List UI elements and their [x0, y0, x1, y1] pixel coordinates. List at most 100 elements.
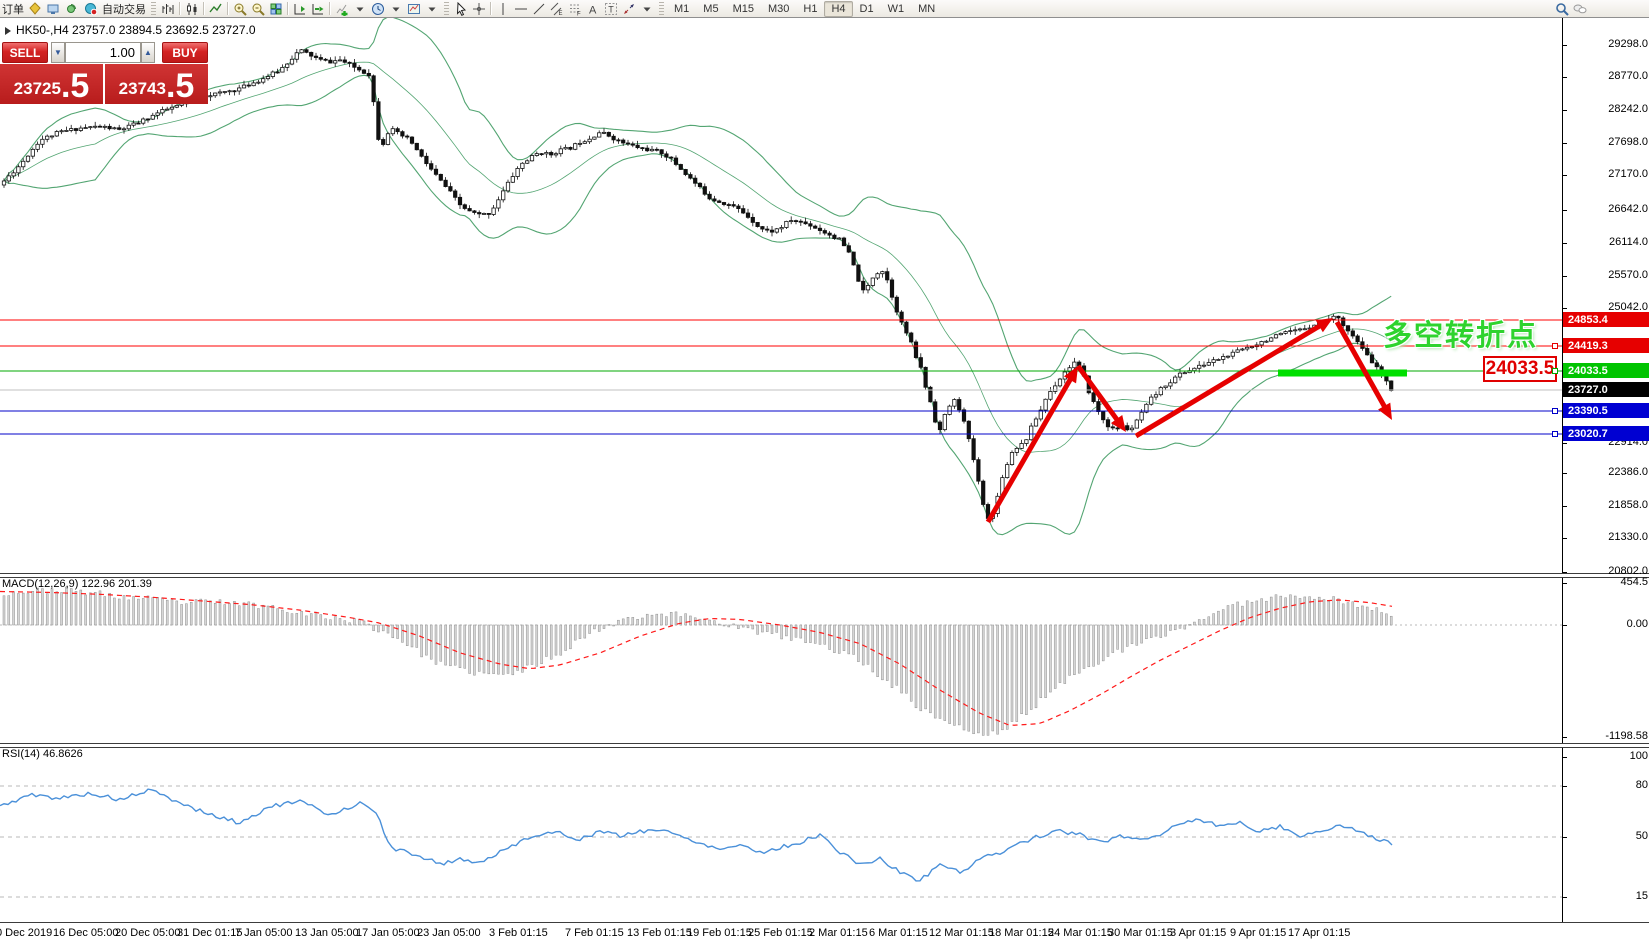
horizontal-line-icon[interactable]: [512, 1, 530, 16]
sell-quote[interactable]: 23725 .5: [0, 64, 103, 104]
symbol-ohlc-header: HK50-,H4 23757.0 23894.5 23692.5 23727.0: [16, 23, 256, 37]
sell-price-int: 23725: [13, 79, 61, 98]
time-axis-label: 23 Jan 05:00: [417, 927, 481, 939]
price-level-label: 23390.5: [1563, 403, 1649, 418]
chat-icon[interactable]: [1571, 1, 1589, 16]
svg-text:E: E: [559, 11, 563, 16]
rsi-label: RSI(14) 46.8626: [2, 748, 83, 760]
buy-price-frac: .5: [165, 67, 195, 105]
line-chart-icon[interactable]: [207, 1, 225, 16]
equidistant-channel-icon[interactable]: E: [548, 1, 566, 16]
templates-dropdown-icon[interactable]: [423, 1, 441, 16]
time-axis-label: 9 Apr 01:15: [1230, 927, 1287, 939]
cursor-icon[interactable]: [452, 1, 470, 16]
svg-text:A: A: [589, 4, 597, 16]
sell-button[interactable]: SELL: [2, 42, 48, 63]
main-toolbar: 订单 自动交易 E F A T M1 M5 M15 M30 H1 H4 D1 W1 MN: [0, 0, 1649, 18]
volume-increase-button[interactable]: ▲: [141, 42, 155, 63]
toolbar-separator: [179, 2, 181, 15]
tile-windows-icon[interactable]: [267, 1, 285, 16]
time-axis-label: 31 Dec 01:15: [177, 927, 243, 939]
periods-dropdown-icon[interactable]: [387, 1, 405, 16]
timeframe-button-d1[interactable]: D1: [853, 1, 881, 17]
price-axis-line: [1562, 18, 1563, 923]
price-axis-tick-label: 21330.0: [1608, 531, 1648, 543]
crosshair-icon[interactable]: [470, 1, 488, 16]
macd-indicator-panel[interactable]: [0, 577, 1562, 744]
time-axis-label: 3 Apr 01:15: [1170, 927, 1227, 939]
time-axis-label: 25 Feb 01:15: [748, 927, 813, 939]
rsi-axis-tick-label: 50: [1635, 830, 1648, 842]
price-chart-panel[interactable]: [0, 18, 1562, 574]
timeframe-button-w1[interactable]: W1: [881, 1, 912, 17]
timeframe-button-m1[interactable]: M1: [667, 1, 696, 17]
templates-icon[interactable]: [405, 1, 423, 16]
candlestick-chart-icon[interactable]: [183, 1, 201, 16]
timeframe-button-h4[interactable]: H4: [824, 0, 853, 17]
timeframe-button-m15[interactable]: M15: [726, 1, 761, 17]
time-axis-label: 13 Feb 01:15: [627, 927, 692, 939]
price-axis-tick-label: 25570.0: [1608, 269, 1648, 281]
arrows-dropdown-icon[interactable]: [638, 1, 656, 16]
time-axis-label: 2 Mar 01:15: [809, 927, 868, 939]
volume-input[interactable]: 1.00: [65, 42, 141, 63]
auto-trading-button[interactable]: 自动交易: [80, 1, 148, 16]
timeframe-button-m30[interactable]: M30: [761, 1, 796, 17]
periods-icon[interactable]: [369, 1, 387, 16]
vertical-line-icon[interactable]: [494, 1, 512, 16]
time-axis[interactable]: 0 Dec 2019 16 Dec 05:00 20 Dec 05:00 31 Dec…: [0, 923, 1649, 943]
navigator-icon[interactable]: [44, 1, 62, 16]
price-level-label: 24033.5: [1563, 363, 1649, 378]
market-watch-icon[interactable]: [26, 1, 44, 16]
price-axis-tick-label: 29298.0: [1608, 38, 1648, 50]
search-icon[interactable]: [1553, 1, 1571, 16]
volume-decrease-button[interactable]: ▼: [51, 42, 65, 63]
price-level-label: 24419.3: [1563, 338, 1649, 353]
rsi-indicator-panel[interactable]: [0, 747, 1562, 922]
new-order-button[interactable]: 订单: [0, 1, 26, 16]
level-line-marker: [1552, 431, 1558, 437]
zoom-in-icon[interactable]: [231, 1, 249, 16]
level-line-marker: [1552, 408, 1558, 414]
time-axis-label: 13 Jan 05:00: [295, 927, 359, 939]
turning-point-annotation: 多空转折点: [1383, 320, 1539, 352]
buy-button[interactable]: BUY: [162, 42, 208, 63]
price-axis-tick-label: 28242.0: [1608, 103, 1648, 115]
panel-divider-macd[interactable]: [0, 573, 1649, 578]
fibonacci-icon[interactable]: F: [566, 1, 584, 16]
text-tool-icon[interactable]: A: [584, 1, 602, 16]
timeframe-button-m5[interactable]: M5: [696, 1, 725, 17]
auto-scroll-icon[interactable]: [309, 1, 327, 16]
price-axis-tick-label: 26114.0: [1609, 236, 1648, 248]
indicators-icon[interactable]: [333, 1, 351, 16]
toolbar-separator: [287, 2, 289, 15]
buy-quote[interactable]: 23743 .5: [105, 64, 208, 104]
strategy-signal-icon[interactable]: [62, 1, 80, 16]
indicators-dropdown-icon[interactable]: [351, 1, 369, 16]
panel-divider-rsi[interactable]: [0, 743, 1649, 748]
time-axis-label: 24 Mar 01:15: [1048, 927, 1113, 939]
arrows-tool-icon[interactable]: [620, 1, 638, 16]
bar-chart-icon[interactable]: [159, 1, 177, 16]
toolbar-grip[interactable]: [151, 2, 156, 15]
price-callout-box: 24033.5: [1483, 356, 1557, 382]
time-axis-label: 30 Mar 01:15: [1108, 927, 1173, 939]
price-axis-tick-label: 28770.0: [1608, 70, 1648, 82]
level-line-marker: [1552, 368, 1558, 374]
zoom-out-icon[interactable]: [249, 1, 267, 16]
rsi-axis-tick-label: 80: [1635, 779, 1648, 791]
toolbar-separator: [203, 2, 205, 15]
price-axis-tick-label: 27170.0: [1608, 168, 1648, 180]
macd-label: MACD(12,26,9) 122.96 201.39: [2, 578, 152, 590]
time-axis-label: 18 Mar 01:15: [989, 927, 1054, 939]
buy-price-int: 23743: [118, 79, 166, 98]
toolbar-grip[interactable]: [444, 2, 449, 15]
toolbar-grip[interactable]: [659, 2, 664, 15]
text-label-tool-icon[interactable]: T: [602, 1, 620, 16]
trendline-icon[interactable]: [530, 1, 548, 16]
timeframe-button-mn[interactable]: MN: [911, 1, 942, 17]
timeframe-button-h1[interactable]: H1: [796, 1, 824, 17]
auto-trading-button-glyph[interactable]: [82, 1, 100, 16]
macd-axis-tick-label: 0.00: [1626, 618, 1648, 630]
chart-shift-icon[interactable]: [291, 1, 309, 16]
